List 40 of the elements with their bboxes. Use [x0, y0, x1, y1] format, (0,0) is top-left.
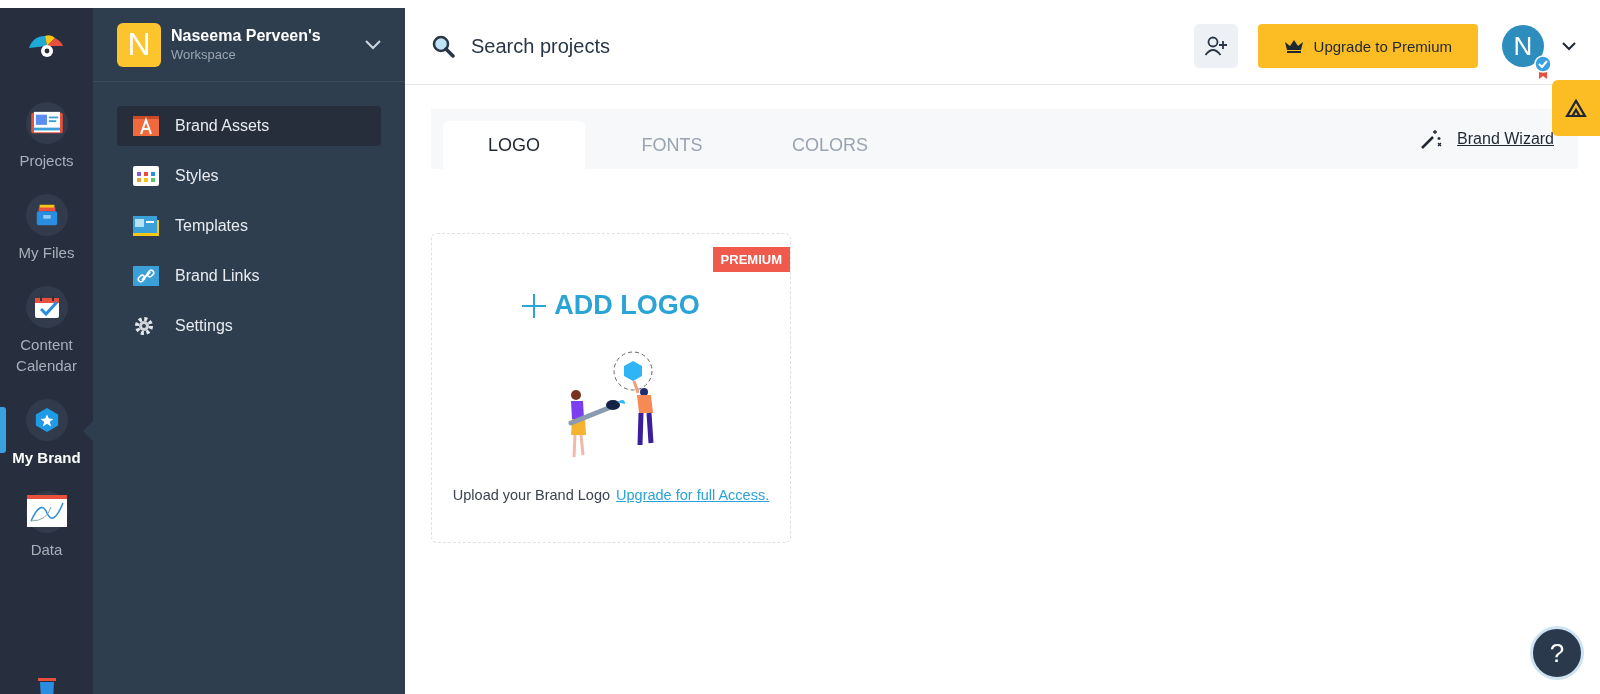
calendar-check-icon — [32, 292, 61, 321]
nav-item[interactable]: Content Calendar — [0, 285, 93, 377]
add-user-button[interactable] — [1193, 24, 1238, 68]
workspace-switcher[interactable]: N Naseema Perveen's Workspace — [93, 8, 405, 82]
chart-icon — [26, 494, 67, 529]
nav-item[interactable]: Projects — [0, 102, 93, 172]
chevron-down-icon — [365, 39, 381, 50]
user-avatar[interactable]: N — [1502, 25, 1544, 67]
link-icon — [133, 266, 159, 286]
star-hexagon-icon — [33, 407, 60, 433]
plus-icon — [522, 293, 547, 318]
crown-icon — [1283, 39, 1304, 53]
magic-wand-icon — [1419, 127, 1444, 151]
workspace-avatar: N — [117, 22, 161, 67]
sidebar-item[interactable]: Styles — [117, 156, 381, 196]
picture-card-icon — [29, 110, 64, 136]
tab[interactable]: LOGO — [443, 121, 585, 169]
template-icon — [133, 216, 159, 236]
help-button[interactable]: ? — [1530, 626, 1584, 680]
workspace-label: Workspace — [171, 47, 237, 62]
side-tab-button[interactable] — [1552, 80, 1600, 136]
nav-item[interactable]: Data — [0, 490, 93, 561]
sidebar-item[interactable]: Brand Links — [117, 256, 381, 296]
workspace-name: Naseema Perveen's — [171, 27, 322, 45]
palette-grid-icon — [133, 166, 159, 186]
chevron-down-icon[interactable] — [1562, 41, 1576, 51]
sidebar-item[interactable]: Brand Assets — [117, 106, 381, 146]
letter-a-icon — [133, 116, 159, 136]
verified-badge-icon — [1534, 55, 1552, 79]
active-indicator — [0, 407, 6, 453]
sidebar-item[interactable]: Templates — [117, 206, 381, 246]
upload-caption: Upload your Brand Logo — [452, 487, 611, 503]
sidebar-item[interactable]: Settings — [117, 306, 381, 346]
premium-badge: PREMIUM — [712, 247, 790, 272]
search-icon — [431, 34, 455, 58]
brand-wizard-link[interactable]: Brand Wizard — [1457, 130, 1554, 148]
add-user-icon — [1203, 34, 1228, 58]
nav-item[interactable]: My Files — [0, 193, 93, 264]
triangle-logo-icon — [1565, 99, 1587, 117]
upgrade-button[interactable]: Upgrade to Premium — [1257, 24, 1478, 68]
